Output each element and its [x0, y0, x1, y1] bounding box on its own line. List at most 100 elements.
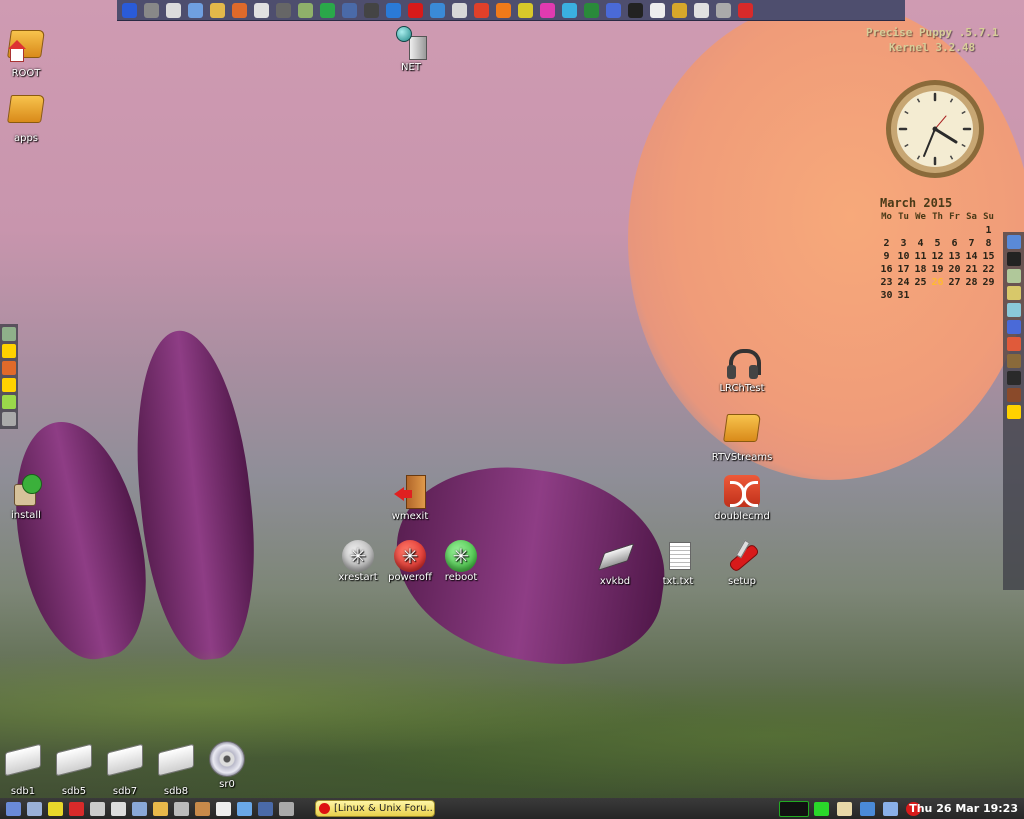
bear-icon[interactable] — [1006, 388, 1021, 402]
apps-desktop-icon[interactable]: apps — [0, 89, 61, 144]
map-icon[interactable] — [1006, 269, 1021, 283]
pencil-icon — [69, 801, 84, 816]
drive-icon — [111, 801, 126, 816]
drive-sr0-icon-button[interactable]: sr0 — [192, 740, 262, 790]
topbar-chart-button[interactable] — [669, 1, 689, 20]
topbar-tools-button[interactable] — [141, 1, 161, 20]
right-launcher-strip — [1003, 232, 1024, 590]
bolt-icon[interactable] — [2, 344, 16, 358]
network-icon — [132, 801, 147, 816]
topbar-cd-burner-button[interactable] — [515, 1, 535, 20]
disc-icon[interactable] — [2, 395, 16, 409]
network-status-icon — [860, 801, 875, 816]
topbar-disc-button[interactable] — [163, 1, 183, 20]
drive-icon[interactable] — [2, 327, 16, 341]
rtvstreams-desktop-icon[interactable]: RTVStreams — [707, 408, 777, 463]
topbar-spreadsheet-button[interactable] — [581, 1, 601, 20]
calendar-day: 21 — [965, 264, 978, 275]
clipboard-icon — [837, 801, 852, 816]
xvkbd-label: xvkbd — [599, 576, 631, 587]
taskbar-edit-button[interactable] — [276, 799, 297, 818]
tray-clipboard-button[interactable] — [834, 799, 855, 818]
topbar-calculator-button[interactable] — [559, 1, 579, 20]
taskbar-tools-button[interactable] — [171, 799, 192, 818]
xvkbd-desktop-icon[interactable]: xvkbd — [580, 538, 650, 587]
calendar-grid: Mo Tu We Th Fr Sa Su 1 2 3 4 5 6 7 8 9 10 11 12 13 14 15 16 17 1… — [878, 211, 997, 302]
topbar-file-manager-button[interactable] — [207, 1, 227, 20]
tray-network-status-button[interactable] — [857, 799, 878, 818]
lrchtest-desktop-icon[interactable]: LRChTest — [707, 345, 777, 394]
topbar-chrome-button[interactable] — [471, 1, 491, 20]
topbar-user-button[interactable] — [229, 1, 249, 20]
show-desktop-icon — [6, 801, 21, 816]
topbar-image-viewer-button[interactable] — [185, 1, 205, 20]
install-desktop-icon[interactable]: install — [0, 472, 61, 521]
taskbar-window-button[interactable]: [Linux & Unix Foru... — [315, 800, 435, 817]
topbar-printer-button[interactable] — [251, 1, 271, 20]
topbar-pointer-button[interactable] — [625, 1, 645, 20]
topbar-firefox-button[interactable] — [493, 1, 513, 20]
frog-icon[interactable] — [1006, 371, 1021, 385]
taskbar-folder-button[interactable] — [150, 799, 171, 818]
tray-battery-button[interactable] — [811, 799, 832, 818]
taskbar-drive-button[interactable] — [108, 799, 129, 818]
calendar-day — [963, 224, 980, 237]
calendar-day: 1 — [985, 225, 992, 236]
topbar-scanner-button[interactable] — [295, 1, 315, 20]
topbar-film-button[interactable] — [361, 1, 381, 20]
topbar-clock-button[interactable] — [647, 1, 667, 20]
bolt-icon[interactable] — [2, 378, 16, 392]
topbar-power-button[interactable] — [735, 1, 755, 20]
bolt-icon[interactable] — [1006, 405, 1021, 419]
topbar-monitor-button[interactable] — [119, 1, 139, 20]
calendar-day: 22 — [982, 264, 995, 275]
topbar-keyboard-button[interactable] — [713, 1, 733, 20]
taskbar-pencil-button[interactable] — [66, 799, 87, 818]
globe-icon[interactable] — [1006, 235, 1021, 249]
wmexit-desktop-icon[interactable]: wmexit — [375, 473, 445, 522]
user-icon[interactable] — [2, 361, 16, 375]
topbar-globe-button[interactable] — [383, 1, 403, 20]
cd-burner-icon — [517, 2, 533, 18]
taskbar-network-button[interactable] — [129, 799, 150, 818]
topbar-opera-button[interactable] — [405, 1, 425, 20]
tray-volume-button[interactable] — [880, 799, 901, 818]
puzzle-icon[interactable] — [1006, 286, 1021, 300]
txt-file-desktop-icon[interactable]: txt.txt — [643, 538, 713, 587]
pen-icon[interactable] — [1006, 354, 1021, 368]
chart-icon[interactable] — [1006, 337, 1021, 351]
gear-icon[interactable] — [2, 412, 16, 426]
taskbar-cube-button[interactable] — [234, 799, 255, 818]
reboot-desktop-icon[interactable]: ✳ reboot — [426, 538, 496, 583]
topbar-chat-button[interactable] — [427, 1, 447, 20]
monitor-icon[interactable] — [1006, 303, 1021, 317]
taskbar-note-button[interactable] — [45, 799, 66, 818]
root-desktop-icon[interactable]: ROOT — [0, 24, 61, 79]
topbar-speaker-button[interactable] — [691, 1, 711, 20]
taskbar-calc-button[interactable] — [255, 799, 276, 818]
doublecmd-desktop-icon[interactable]: doublecmd — [707, 473, 777, 522]
topbar-mail-button[interactable] — [449, 1, 469, 20]
taskbar-show-desktop-button[interactable] — [3, 799, 24, 818]
topbar-graph-button[interactable] — [317, 1, 337, 20]
taskbar-clock[interactable]: Thu 26 Mar 19:23 — [909, 800, 1018, 817]
calendar-day — [912, 224, 929, 237]
setup-desktop-icon[interactable]: setup — [707, 538, 777, 587]
hard-drive-icon — [56, 743, 92, 784]
net-desktop-icon[interactable]: NET — [376, 24, 446, 73]
chess-icon[interactable] — [1006, 252, 1021, 266]
dots-icon[interactable] — [1006, 320, 1021, 334]
topbar-grid-button[interactable] — [603, 1, 623, 20]
topbar-network-button[interactable] — [339, 1, 359, 20]
install-icon — [8, 472, 44, 508]
topbar-paint-button[interactable] — [537, 1, 557, 20]
taskbar-archive-button[interactable] — [192, 799, 213, 818]
wmexit-label: wmexit — [391, 511, 429, 522]
tools-icon — [174, 801, 189, 816]
taskbar-search-button[interactable] — [87, 799, 108, 818]
taskbar-windows-button[interactable] — [24, 799, 45, 818]
topbar-settings-button[interactable] — [273, 1, 293, 20]
tray-cpu-meter-button[interactable] — [779, 799, 809, 818]
taskbar-doc-button[interactable] — [213, 799, 234, 818]
printer-icon — [253, 2, 269, 18]
